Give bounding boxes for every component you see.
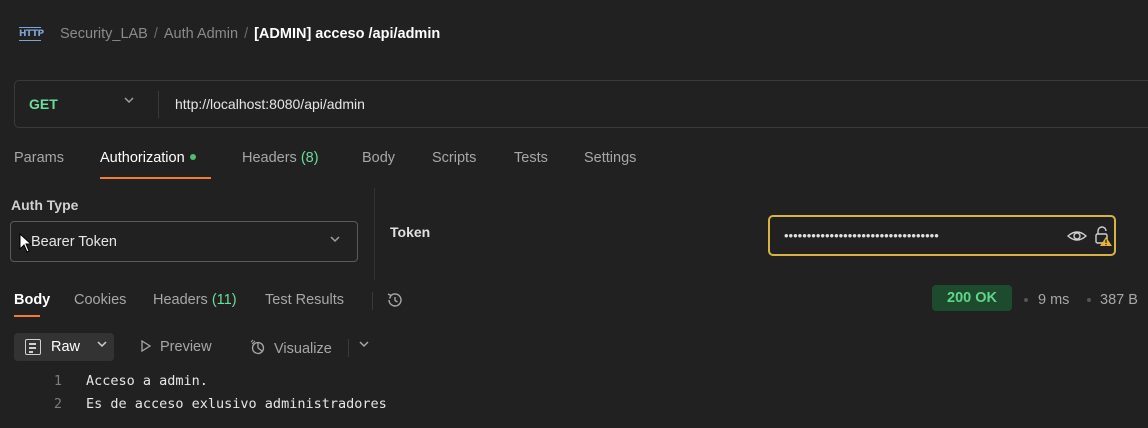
response-time[interactable]: 9 ms bbox=[1038, 292, 1069, 308]
tab-scripts[interactable]: Scripts bbox=[432, 150, 476, 166]
visualize-icon bbox=[250, 339, 265, 355]
line-text: Es de acceso exlusivo administradores bbox=[86, 396, 387, 412]
request-title[interactable]: [ADMIN] acceso /api/admin bbox=[254, 26, 440, 42]
auth-type-label: Auth Type bbox=[11, 197, 79, 213]
response-body-editor[interactable]: 1 Acceso a admin. 2 Es de acceso exlusiv… bbox=[0, 373, 1148, 419]
token-input[interactable]: •••••••••••••••••••••••••••••••••• bbox=[768, 215, 1116, 256]
tab-settings[interactable]: Settings bbox=[584, 150, 636, 166]
breadcrumb-item-collection[interactable]: Security_LAB bbox=[60, 26, 148, 42]
auth-type-select[interactable]: Bearer Token bbox=[10, 221, 358, 262]
auth-type-value: Bearer Token bbox=[31, 234, 117, 250]
eye-icon[interactable] bbox=[1067, 227, 1087, 245]
http-icon: HTTP bbox=[19, 27, 44, 41]
lock-warning-icon[interactable] bbox=[1093, 225, 1113, 247]
visualize-label: Visualize bbox=[274, 341, 332, 357]
tab-response-body[interactable]: Body bbox=[14, 292, 50, 308]
line-text: Acceso a admin. bbox=[86, 373, 208, 389]
line-number: 2 bbox=[53, 396, 62, 412]
tab-tests[interactable]: Tests bbox=[514, 150, 548, 166]
url-input[interactable]: http://localhost:8080/api/admin bbox=[175, 96, 365, 112]
preview-button[interactable]: Preview bbox=[140, 339, 212, 355]
request-header: HTTP Security_LAB / Auth Admin / [ADMIN] acc… bbox=[0, 0, 1148, 68]
breadcrumb: Security_LAB / Auth Admin / [ADMIN] acceso /… bbox=[60, 26, 440, 42]
headers-count: (8) bbox=[300, 150, 319, 166]
divider bbox=[348, 339, 349, 357]
preview-label: Preview bbox=[160, 339, 212, 355]
chevron-down-icon bbox=[96, 338, 108, 353]
response-tabs: Body Cookies Headers (11) Test Results 2… bbox=[0, 285, 1148, 318]
url-divider bbox=[158, 91, 159, 118]
token-masked-value: •••••••••••••••••••••••••••••••••• bbox=[784, 228, 939, 243]
format-value: Raw bbox=[51, 339, 81, 355]
tab-headers-label: Headers bbox=[242, 150, 297, 166]
chevron-down-icon[interactable] bbox=[123, 94, 135, 109]
history-icon[interactable] bbox=[385, 290, 405, 310]
tab-body[interactable]: Body bbox=[362, 150, 395, 166]
visualize-button[interactable]: Visualize bbox=[250, 339, 332, 357]
tab-response-headers[interactable]: Headers (11) bbox=[153, 292, 237, 308]
method-select[interactable]: GET bbox=[29, 96, 58, 112]
tab-headers[interactable]: Headers (8) bbox=[242, 150, 319, 166]
active-tab-indicator bbox=[14, 315, 40, 317]
meta-separator bbox=[1087, 298, 1091, 302]
pane-divider[interactable] bbox=[374, 188, 375, 280]
status-badge[interactable]: 200 OK bbox=[932, 285, 1012, 311]
request-tabs: Params Authorization Headers (8) Body Sc… bbox=[0, 150, 1148, 180]
response-headers-count: (11) bbox=[211, 292, 237, 308]
code-line: 1 Acceso a admin. bbox=[0, 373, 1148, 396]
text-format-icon bbox=[25, 339, 41, 355]
active-tab-indicator bbox=[100, 177, 211, 179]
chevron-down-icon bbox=[329, 233, 341, 248]
tab-authorization[interactable]: Authorization bbox=[100, 150, 196, 166]
chevron-down-icon[interactable] bbox=[358, 338, 370, 353]
code-line: 2 Es de acceso exlusivo administradores bbox=[0, 396, 1148, 419]
url-bar: GET http://localhost:8080/api/admin bbox=[14, 80, 1148, 128]
response-size[interactable]: 387 B bbox=[1100, 292, 1138, 308]
status-dot-icon bbox=[189, 154, 196, 161]
tab-test-results[interactable]: Test Results bbox=[265, 292, 344, 308]
tab-response-headers-label: Headers bbox=[153, 292, 208, 308]
divider bbox=[372, 292, 373, 310]
tab-authorization-label: Authorization bbox=[100, 150, 185, 166]
breadcrumb-item-folder[interactable]: Auth Admin bbox=[164, 26, 238, 42]
play-icon bbox=[141, 339, 152, 353]
tab-response-cookies[interactable]: Cookies bbox=[74, 292, 126, 308]
tab-params[interactable]: Params bbox=[14, 150, 64, 166]
breadcrumb-separator: / bbox=[153, 26, 158, 42]
meta-separator bbox=[1024, 298, 1028, 302]
response-toolbar: Raw Preview Visualize bbox=[0, 333, 1148, 361]
breadcrumb-separator: / bbox=[244, 26, 249, 42]
line-number: 1 bbox=[53, 373, 62, 389]
format-select[interactable]: Raw bbox=[14, 333, 114, 361]
token-label: Token bbox=[390, 224, 431, 240]
